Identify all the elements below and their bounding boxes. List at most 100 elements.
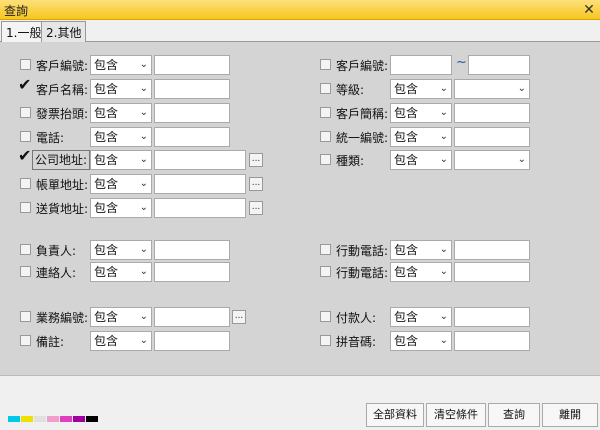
swatch xyxy=(34,416,46,422)
short-name-input[interactable] xyxy=(454,103,530,123)
chevron-down-icon: ⌄ xyxy=(439,266,448,277)
field-row: 送貨地址: 包含 ⌄ ... xyxy=(18,198,318,218)
tab-general[interactable]: 1.一般 xyxy=(1,21,47,43)
owner-checkbox[interactable] xyxy=(20,244,31,255)
grade-op-select[interactable]: 包含 ⌄ xyxy=(390,79,452,99)
color-swatches xyxy=(8,411,99,422)
field-row: 拼音碼: 包含 ⌄ xyxy=(318,331,598,351)
contact-op-select[interactable]: 包含 ⌄ xyxy=(90,262,152,282)
swatch xyxy=(47,416,59,422)
leave-button[interactable]: 離開 xyxy=(542,403,598,427)
payer-checkbox[interactable] xyxy=(320,311,331,322)
payer-op-select[interactable]: 包含 ⌄ xyxy=(390,307,452,327)
sales-id-op-select[interactable]: 包含 ⌄ xyxy=(90,307,152,327)
customer-id-range-checkbox[interactable] xyxy=(320,59,331,70)
mobile-1-op-select[interactable]: 包含 ⌄ xyxy=(390,240,452,260)
tax-id-checkbox[interactable] xyxy=(320,131,331,142)
invoice-title-op-select[interactable]: 包含 ⌄ xyxy=(90,103,152,123)
company-address-browse-button[interactable]: ... xyxy=(249,153,263,167)
short-name-checkbox[interactable] xyxy=(320,107,331,118)
phone-checkbox[interactable] xyxy=(20,131,31,142)
chevron-down-icon: ⌄ xyxy=(139,83,148,94)
mobile-1-input[interactable] xyxy=(454,240,530,260)
company-address-input[interactable] xyxy=(154,150,246,170)
tab-bar: 1.一般 2.其他 xyxy=(0,20,600,43)
sales-id-input[interactable] xyxy=(154,307,230,327)
payer-input[interactable] xyxy=(454,307,530,327)
sales-id-label: 業務編號: xyxy=(36,311,89,325)
owner-op-select[interactable]: 包含 ⌄ xyxy=(90,240,152,260)
customer-id-op-select[interactable]: 包含 ⌄ xyxy=(90,55,152,75)
owner-input[interactable] xyxy=(154,240,230,260)
field-row: 客戶編號: 包含 ⌄ xyxy=(18,55,318,75)
company-address-op-select[interactable]: 包含 ⌄ xyxy=(90,150,152,170)
invoice-title-input[interactable] xyxy=(154,103,230,123)
swatch xyxy=(8,416,20,422)
tab-other[interactable]: 2.其他 xyxy=(41,21,87,42)
field-row: 客戶簡稱: 包含 ⌄ xyxy=(318,103,598,123)
swatch xyxy=(21,416,33,422)
note-input[interactable] xyxy=(154,331,230,351)
shipping-address-op-select[interactable]: 包含 ⌄ xyxy=(90,198,152,218)
customer-name-input[interactable] xyxy=(154,79,230,99)
chevron-down-icon: ⌄ xyxy=(439,244,448,255)
billing-address-checkbox[interactable] xyxy=(20,178,31,189)
customer-name-label: 客戶名稱: xyxy=(36,83,89,97)
grade-checkbox[interactable] xyxy=(320,83,331,94)
pinyin-op-select[interactable]: 包含 ⌄ xyxy=(390,331,452,351)
tax-id-input[interactable] xyxy=(454,127,530,147)
company-address-checkbox[interactable]: ✔ xyxy=(18,148,31,164)
short-name-op-select[interactable]: 包含 ⌄ xyxy=(390,103,452,123)
note-checkbox[interactable] xyxy=(20,335,31,346)
billing-address-browse-button[interactable]: ... xyxy=(249,177,263,191)
field-row: 客戶編號: ~ xyxy=(318,55,598,75)
customer-id-range-label: 客戶編號: xyxy=(336,59,389,73)
sales-id-checkbox[interactable] xyxy=(20,311,31,322)
clear-conditions-button[interactable]: 清空條件 xyxy=(426,403,486,427)
shipping-address-checkbox[interactable] xyxy=(20,202,31,213)
customer-name-op-select[interactable]: 包含 ⌄ xyxy=(90,79,152,99)
swatch xyxy=(73,416,85,422)
chevron-down-icon: ⌄ xyxy=(139,335,148,346)
phone-label: 電話: xyxy=(36,131,65,145)
shipping-address-input[interactable] xyxy=(154,198,246,218)
customer-name-checkbox[interactable]: ✔ xyxy=(18,77,31,93)
customer-id-from-input[interactable] xyxy=(390,55,452,75)
billing-address-op-select[interactable]: 包含 ⌄ xyxy=(90,174,152,194)
chevron-down-icon: ⌄ xyxy=(439,107,448,118)
category-checkbox[interactable] xyxy=(320,154,331,165)
chevron-down-icon: ⌄ xyxy=(439,335,448,346)
chevron-down-icon: ⌄ xyxy=(139,202,148,213)
pinyin-input[interactable] xyxy=(454,331,530,351)
note-op-select[interactable]: 包含 ⌄ xyxy=(90,331,152,351)
customer-id-to-input[interactable] xyxy=(468,55,530,75)
pinyin-checkbox[interactable] xyxy=(320,335,331,346)
close-icon[interactable]: ✕ xyxy=(582,3,596,17)
customer-id-input[interactable] xyxy=(154,55,230,75)
mobile-2-checkbox[interactable] xyxy=(320,266,331,277)
chevron-down-icon: ⌄ xyxy=(139,266,148,277)
phone-input[interactable] xyxy=(154,127,230,147)
field-row: 連絡人: 包含 ⌄ xyxy=(18,262,318,282)
contact-checkbox[interactable] xyxy=(20,266,31,277)
mobile-2-input[interactable] xyxy=(454,262,530,282)
query-button[interactable]: 查詢 xyxy=(488,403,540,427)
category-value-select[interactable]: ⌄ xyxy=(454,150,530,170)
shipping-address-label: 送貨地址: xyxy=(36,202,89,216)
tax-id-op-select[interactable]: 包含 ⌄ xyxy=(390,127,452,147)
sales-id-browse-button[interactable]: ... xyxy=(232,310,246,324)
shipping-address-browse-button[interactable]: ... xyxy=(249,201,263,215)
payer-label: 付款人: xyxy=(336,311,377,325)
grade-value-select[interactable]: ⌄ xyxy=(454,79,530,99)
customer-id-checkbox[interactable] xyxy=(20,59,31,70)
phone-op-select[interactable]: 包含 ⌄ xyxy=(90,127,152,147)
category-op-select[interactable]: 包含 ⌄ xyxy=(390,150,452,170)
contact-input[interactable] xyxy=(154,262,230,282)
mobile-2-op-select[interactable]: 包含 ⌄ xyxy=(390,262,452,282)
all-data-button[interactable]: 全部資料 xyxy=(366,403,424,427)
range-separator: ~ xyxy=(456,55,467,70)
mobile-1-checkbox[interactable] xyxy=(320,244,331,255)
billing-address-input[interactable] xyxy=(154,174,246,194)
invoice-title-checkbox[interactable] xyxy=(20,107,31,118)
field-row: 付款人: 包含 ⌄ xyxy=(318,307,598,327)
